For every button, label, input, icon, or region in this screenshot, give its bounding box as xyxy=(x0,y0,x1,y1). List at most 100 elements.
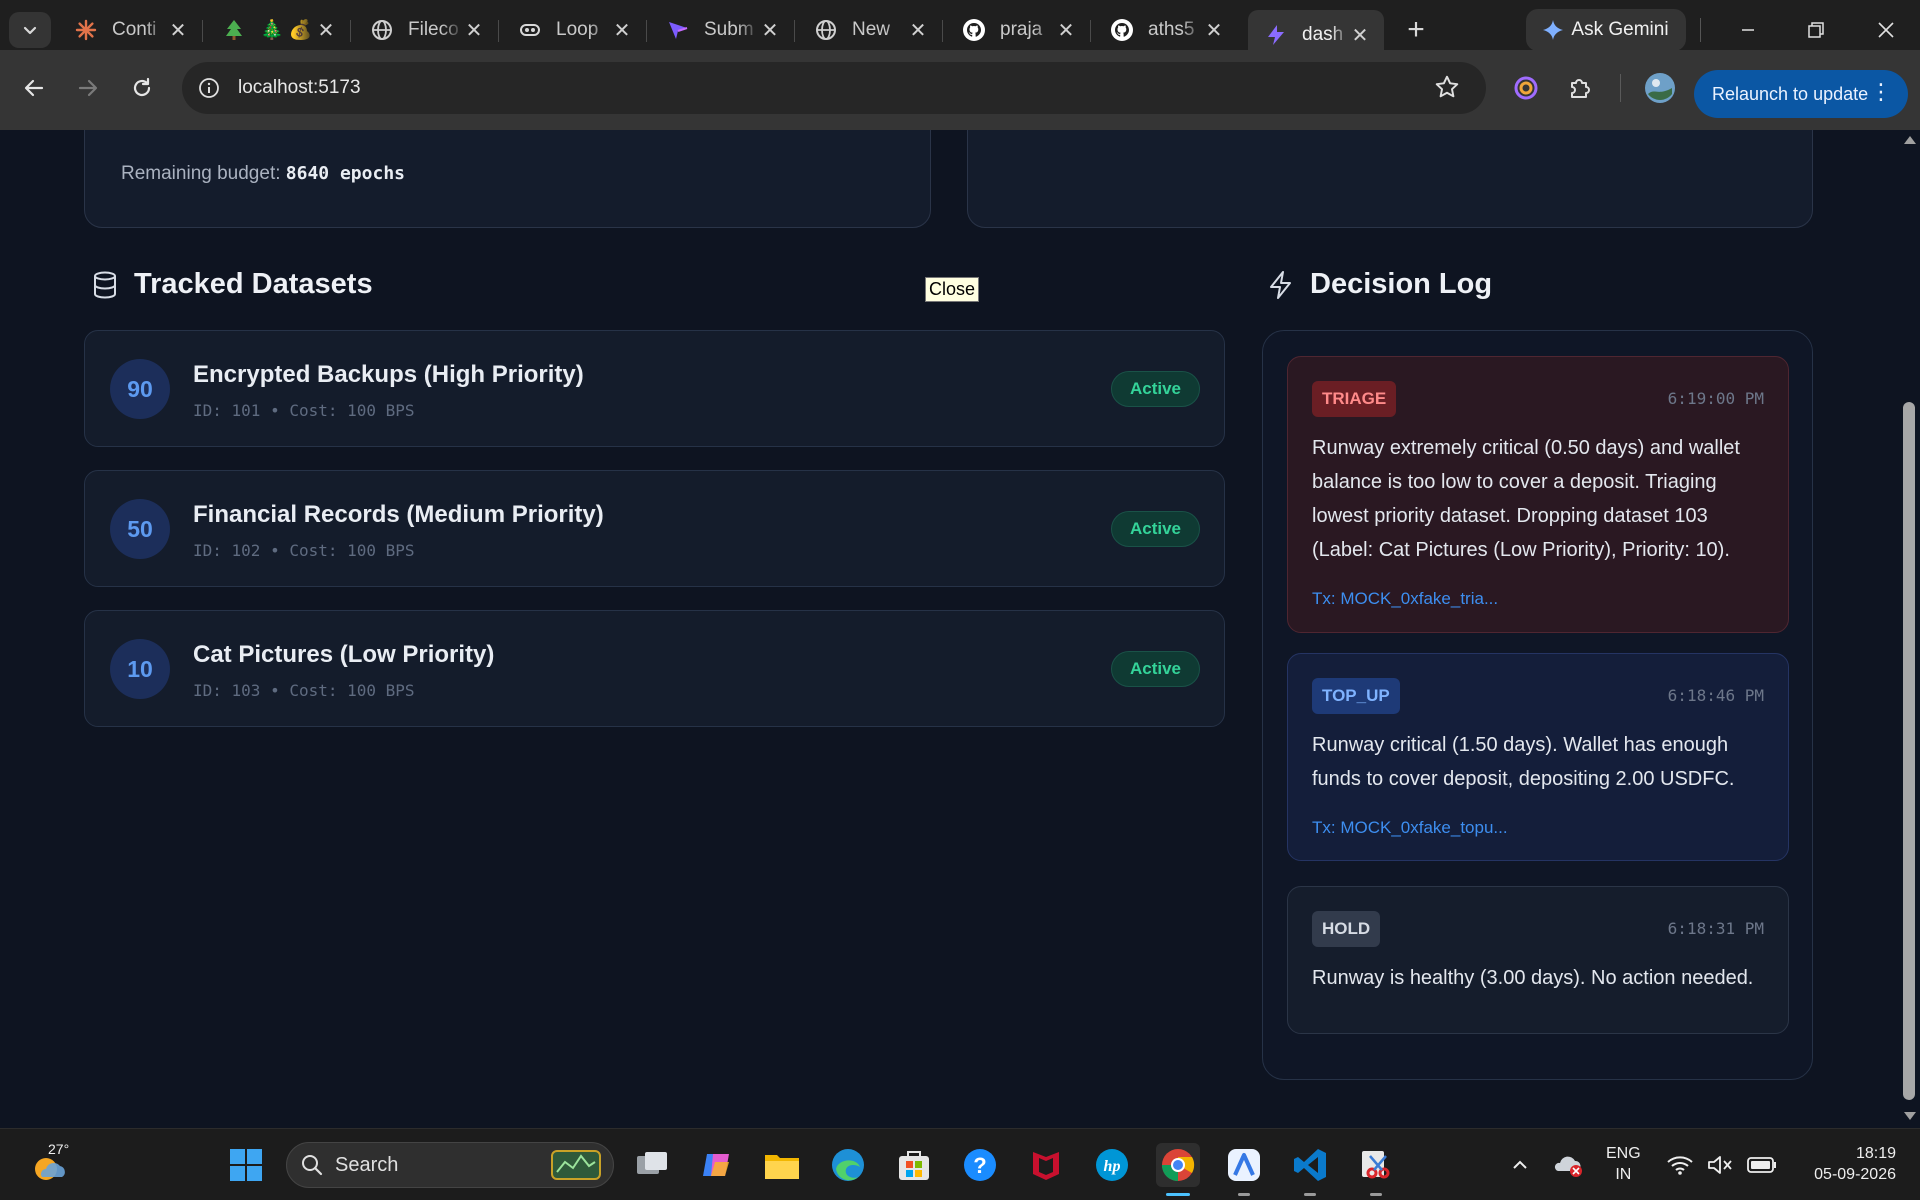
wifi-icon[interactable] xyxy=(1660,1143,1700,1187)
budget-value: 8640 epochs xyxy=(285,163,405,184)
more-vert-icon[interactable]: ⋮ xyxy=(1870,80,1892,104)
log-timestamp: 6:18:46 PM xyxy=(1667,686,1764,705)
address-bar[interactable]: localhost:5173 xyxy=(182,62,1486,114)
back-button[interactable] xyxy=(14,68,54,108)
store-button[interactable] xyxy=(892,1143,936,1187)
ask-gemini-button[interactable]: Ask Gemini xyxy=(1526,9,1686,51)
language-indicator[interactable]: ENG IN xyxy=(1606,1143,1641,1185)
dataset-card[interactable]: 50 Financial Records (Medium Priority) I… xyxy=(84,470,1225,587)
bolt-icon xyxy=(1264,23,1288,47)
tab-5[interactable]: New ✕ xyxy=(798,10,943,50)
reload-icon xyxy=(133,77,151,97)
close-tab-icon[interactable]: ✕ xyxy=(760,18,780,43)
start-button[interactable] xyxy=(224,1143,268,1187)
copilot-button[interactable] xyxy=(694,1143,738,1187)
snipping-icon xyxy=(1362,1151,1390,1179)
reload-button[interactable] xyxy=(122,68,162,108)
plus-icon: + xyxy=(1407,13,1425,46)
file-explorer-button[interactable] xyxy=(760,1143,804,1187)
relaunch-label: Relaunch to update xyxy=(1712,83,1869,104)
log-entry-topup: TOP_UP 6:18:46 PM Runway critical (1.50 … xyxy=(1287,653,1789,861)
battery-icon[interactable] xyxy=(1740,1143,1784,1187)
onedrive-icon[interactable] xyxy=(1546,1143,1590,1187)
priority-badge: 50 xyxy=(110,499,170,559)
puzzle-icon[interactable] xyxy=(1562,70,1598,106)
tab-3[interactable]: Loop ✕ xyxy=(502,10,647,50)
chrome-button[interactable] xyxy=(1156,1143,1200,1187)
budget-label: Remaining budget: xyxy=(121,163,281,184)
minimize-button[interactable] xyxy=(1718,8,1778,52)
forward-button[interactable] xyxy=(68,68,108,108)
log-timestamp: 6:19:00 PM xyxy=(1667,389,1764,408)
close-tab-icon[interactable]: ✕ xyxy=(612,18,632,43)
vscode-running-indicator xyxy=(1304,1193,1316,1196)
task-view-icon xyxy=(637,1152,667,1174)
tab-6[interactable]: praja ✕ xyxy=(946,10,1091,50)
scrollbar-thumb[interactable] xyxy=(1903,402,1915,1100)
close-tab-icon[interactable]: ✕ xyxy=(1204,18,1224,43)
close-icon xyxy=(1878,22,1894,38)
close-tab-icon[interactable]: ✕ xyxy=(908,18,928,43)
help-button[interactable]: ? xyxy=(958,1143,1002,1187)
volume-muted-icon[interactable] xyxy=(1700,1143,1740,1187)
ask-gemini-label: Ask Gemini xyxy=(1571,19,1669,40)
site-info-icon[interactable] xyxy=(194,73,224,103)
language-code: ENG xyxy=(1606,1145,1641,1162)
close-tab-icon[interactable]: ✕ xyxy=(168,18,188,43)
task-view-button[interactable] xyxy=(630,1143,674,1187)
copilot-icon xyxy=(703,1154,729,1176)
edge-button[interactable] xyxy=(826,1143,870,1187)
show-hidden-icons-button[interactable] xyxy=(1498,1143,1542,1187)
scroll-up-arrow-icon[interactable] xyxy=(1904,136,1916,144)
log-type-badge: TRIAGE xyxy=(1312,381,1397,417)
tab-2[interactable]: Fileco ✕ xyxy=(354,10,499,50)
budget-card: Remaining budget: 8640 epochs xyxy=(84,130,931,228)
status-badge: Active xyxy=(1110,651,1200,687)
tab-label: aths5 xyxy=(1148,19,1195,40)
tab-search-button[interactable] xyxy=(9,12,51,48)
relaunch-button[interactable]: Relaunch to update ⋮ xyxy=(1694,70,1908,118)
log-message: Runway critical (1.50 days). Wallet has … xyxy=(1312,734,1735,790)
tab-4[interactable]: Subm ✕ xyxy=(650,10,795,50)
tx-link[interactable]: Tx: MOCK_0xfake_tria... xyxy=(1312,589,1498,609)
close-tab-icon[interactable]: ✕ xyxy=(464,18,484,43)
page-scrollbar[interactable] xyxy=(1898,130,1920,1128)
dataset-meta: ID: 102 • Cost: 100 BPS xyxy=(193,541,415,560)
tab-1[interactable]: 🎄 💰 Fi ✕ xyxy=(206,10,351,50)
scroll-down-arrow-icon[interactable] xyxy=(1904,1112,1916,1120)
mcafee-button[interactable] xyxy=(1024,1143,1068,1187)
divider xyxy=(1620,74,1621,102)
svg-text:hp: hp xyxy=(1104,1158,1121,1175)
tab-0[interactable]: Conti ✕ xyxy=(58,10,203,50)
taskbar-search[interactable]: Search xyxy=(286,1142,614,1188)
system-clock[interactable]: 18:19 05-09-2026 xyxy=(1796,1143,1896,1185)
github-icon xyxy=(1110,18,1134,42)
arc-running-indicator xyxy=(1238,1193,1250,1196)
vscode-button[interactable] xyxy=(1288,1143,1332,1187)
url-text: localhost:5173 xyxy=(238,77,361,98)
snipping-tool-button[interactable] xyxy=(1354,1143,1398,1187)
restore-button[interactable] xyxy=(1786,8,1846,52)
hp-button[interactable]: hp xyxy=(1090,1143,1134,1187)
arc-button[interactable] xyxy=(1222,1143,1266,1187)
close-tab-icon[interactable]: ✕ xyxy=(316,18,336,43)
tx-link[interactable]: Tx: MOCK_0xfake_topu... xyxy=(1312,818,1508,838)
priority-badge: 10 xyxy=(110,639,170,699)
close-tab-icon[interactable]: ✕ xyxy=(1350,23,1370,48)
dataset-card[interactable]: 10 Cat Pictures (Low Priority) ID: 103 •… xyxy=(84,610,1225,727)
extension-icon[interactable] xyxy=(1508,70,1544,106)
new-tab-button[interactable]: + xyxy=(1396,10,1436,50)
star-icon[interactable] xyxy=(1434,74,1460,105)
tab-7[interactable]: aths5 ✕ xyxy=(1094,10,1238,50)
tab-label: 🎄 💰 Fi xyxy=(260,20,316,41)
globe-icon xyxy=(814,18,838,42)
dataset-card[interactable]: 90 Encrypted Backups (High Priority) ID:… xyxy=(84,330,1225,447)
close-window-button[interactable] xyxy=(1856,8,1916,52)
dataset-meta: ID: 101 • Cost: 100 BPS xyxy=(193,401,415,420)
submit-icon xyxy=(666,18,690,42)
avatar[interactable] xyxy=(1642,70,1678,106)
log-message: Runway extremely critical (0.50 days) an… xyxy=(1312,437,1740,561)
summary-card xyxy=(967,130,1813,228)
close-tab-icon[interactable]: ✕ xyxy=(1056,18,1076,43)
tab-label: praja xyxy=(1000,19,1043,40)
